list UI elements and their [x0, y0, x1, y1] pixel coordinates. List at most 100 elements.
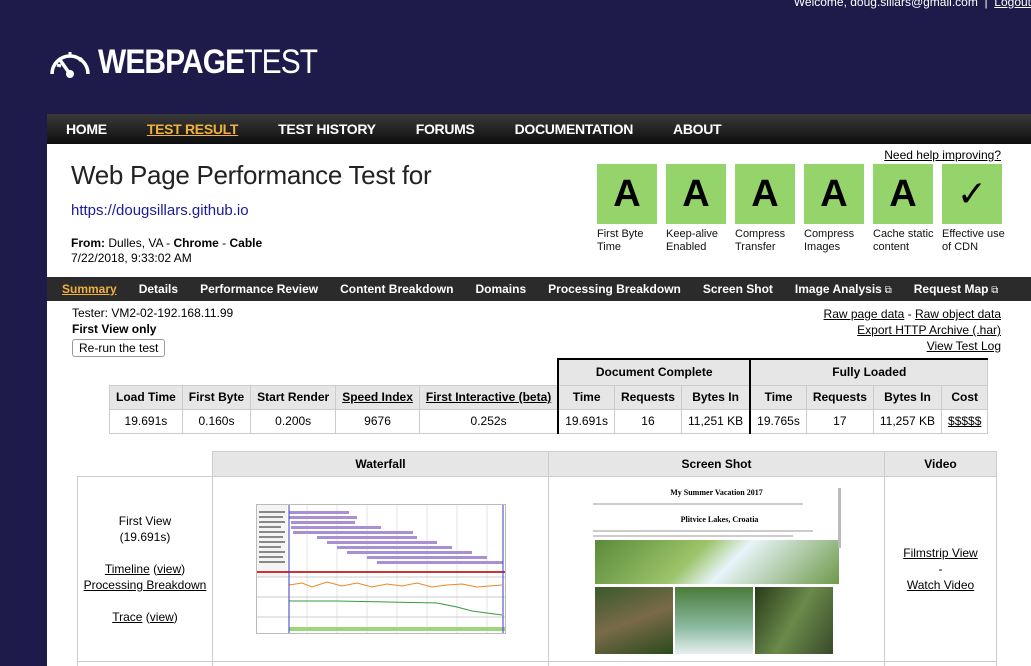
tab-image-analysis[interactable]: Image Analysis: [795, 282, 882, 296]
summary-table: Document Complete Fully Loaded Load Time…: [109, 358, 989, 434]
user-separator: |: [984, 0, 988, 9]
full-bytes-value: 11,257 KB: [872, 408, 943, 434]
trace-link[interactable]: Trace: [112, 610, 142, 624]
grade-first-byte[interactable]: A First Byte Time: [597, 164, 666, 254]
screenshot-cell[interactable]: My Summer Vacation 2017 Plitvice Lakes, …: [548, 476, 885, 662]
col-first-byte: First Byte: [181, 384, 252, 410]
tested-url-link[interactable]: https://dougsillars.github.io: [71, 202, 249, 219]
filmstrip-view-link[interactable]: Filmstrip View: [903, 546, 977, 560]
processing-breakdown-link[interactable]: Processing Breakdown: [84, 578, 207, 592]
waterfall-graphic: [256, 505, 505, 633]
col-start-render: Start Render: [250, 384, 337, 410]
view-test-log-link[interactable]: View Test Log: [927, 339, 1001, 353]
cost-value: $$$$$: [941, 408, 989, 434]
screenshot-waterfall-image: [594, 540, 839, 584]
tab-content-breakdown[interactable]: Content Breakdown: [340, 282, 453, 296]
results-panel: Need help improving? Web Page Performanc…: [47, 144, 1031, 666]
video-separator: -: [938, 562, 943, 576]
speed-index-value: 9676: [335, 408, 420, 434]
grade-cache-static[interactable]: A Cache static content: [873, 164, 942, 254]
nav-home[interactable]: HOME: [66, 121, 107, 137]
tab-details[interactable]: Details: [139, 282, 178, 296]
first-view-title: First View: [118, 514, 172, 528]
video-cell: Filmstrip View - Watch Video: [884, 476, 997, 662]
view-info-cell: First View (19.691s) Timeline (view) Pro…: [77, 476, 213, 662]
first-byte-value: 0.160s: [181, 408, 252, 434]
first-interactive-value: 0.252s: [418, 408, 559, 434]
logo[interactable]: WEBPAGETEST: [48, 40, 347, 84]
col-cost: Cost: [941, 384, 989, 410]
first-interactive-link[interactable]: First Interactive (beta): [426, 390, 551, 404]
logout-link[interactable]: Logout: [994, 0, 1031, 9]
tab-performance-review[interactable]: Performance Review: [200, 282, 318, 296]
watch-video-link[interactable]: Watch Video: [907, 578, 974, 592]
screenshot-cave-image: [754, 587, 833, 654]
help-improving-link[interactable]: Need help improving?: [884, 148, 1001, 162]
tab-image-analysis-wrap: Image Analysis ⧉: [795, 282, 892, 296]
doc-time-value: 19.691s: [557, 408, 615, 434]
waterfall-cell[interactable]: [212, 476, 549, 662]
grade-label: Effective use of CDN: [942, 228, 1005, 253]
speed-index-link[interactable]: Speed Index: [342, 390, 413, 404]
grade-compress-images[interactable]: A Compress Images: [804, 164, 873, 254]
raw-object-data-link[interactable]: Raw object data: [915, 307, 1001, 321]
grade-label: First Byte Time: [597, 228, 644, 253]
grade-cdn[interactable]: ✓ Effective use of CDN: [942, 164, 1011, 254]
waterfall-thumbnail[interactable]: [255, 504, 506, 634]
nav-test-result[interactable]: TEST RESULT: [147, 121, 239, 137]
grade-label: Compress Images: [804, 228, 855, 253]
grade-label: Keep-alive Enabled: [666, 228, 718, 253]
welcome-text: Welcome, doug.sillars@gmail.com: [793, 0, 978, 9]
nav-about[interactable]: ABOUT: [673, 121, 722, 137]
grade-label: Cache static content: [873, 228, 934, 253]
main-nav: HOME TEST RESULT TEST HISTORY FORUMS DOC…: [47, 114, 1031, 144]
screenshot-page-subtitle: Plitvice Lakes, Croatia: [680, 515, 759, 524]
timeline-link[interactable]: Timeline: [105, 562, 150, 576]
result-tabs: Summary Details Performance Review Conte…: [47, 277, 1031, 301]
nav-forums[interactable]: FORUMS: [416, 121, 475, 137]
nav-test-history[interactable]: TEST HISTORY: [278, 121, 376, 137]
full-requests-value: 17: [805, 408, 874, 434]
col-full-bytes: Bytes In: [872, 384, 943, 410]
page-title: Web Page Performance Test for: [71, 160, 432, 190]
first-view-time: (19.691s): [119, 530, 171, 544]
cost-link[interactable]: $$$$$: [948, 414, 981, 428]
screenshot-page-title: My Summer Vacation 2017: [670, 488, 763, 497]
screenshot-scrollbar: [837, 488, 841, 548]
col-doc-time: Time: [557, 384, 615, 410]
tab-screen-shot[interactable]: Screen Shot: [703, 282, 773, 296]
external-link-icon: ⧉: [881, 285, 892, 296]
timeline-view-link[interactable]: view: [157, 562, 181, 576]
logo-text: WEBPAGETEST: [98, 42, 318, 81]
grade-badge: A: [597, 164, 657, 224]
nav-documentation[interactable]: DOCUMENTATION: [515, 121, 634, 137]
tab-summary[interactable]: Summary: [62, 282, 117, 296]
grade-keep-alive[interactable]: A Keep-alive Enabled: [666, 164, 735, 254]
tab-request-map[interactable]: Request Map: [914, 282, 989, 296]
video-header: Video: [884, 451, 997, 477]
start-render-value: 0.200s: [250, 408, 337, 434]
data-links: Raw page data - Raw object data Export H…: [823, 307, 1001, 353]
tester-info: Tester: VM2-02-192.168.11.99: [72, 306, 234, 320]
col-full-requests: Requests: [805, 384, 874, 410]
fully-loaded-header: Fully Loaded: [749, 358, 989, 386]
doc-bytes-value: 11,251 KB: [680, 408, 751, 434]
screenshot-header: Screen Shot: [548, 451, 885, 477]
test-date: 7/22/2018, 9:33:02 AM: [71, 251, 192, 265]
tab-processing-breakdown[interactable]: Processing Breakdown: [548, 282, 681, 296]
media-table: Waterfall Screen Shot Video First View (…: [77, 451, 997, 666]
check-icon: ✓: [942, 164, 1002, 224]
tab-domains[interactable]: Domains: [475, 282, 526, 296]
grade-badge: A: [873, 164, 933, 224]
screenshot-thumbnail[interactable]: My Summer Vacation 2017 Plitvice Lakes, …: [586, 484, 847, 654]
grade-compress-transfer[interactable]: A Compress Transfer: [735, 164, 804, 254]
user-bar: Welcome, doug.sillars@gmail.com | Logout: [794, 0, 1031, 9]
first-view-label: First View only: [72, 322, 157, 336]
trace-view-link[interactable]: view: [150, 610, 174, 624]
export-har-link[interactable]: Export HTTP Archive (.har): [857, 323, 1001, 337]
grade-badge: A: [735, 164, 795, 224]
rerun-test-button[interactable]: Re-run the test: [72, 339, 166, 357]
raw-page-data-link[interactable]: Raw page data: [824, 307, 905, 321]
col-doc-bytes: Bytes In: [680, 384, 751, 410]
full-time-value: 19.765s: [749, 408, 807, 434]
